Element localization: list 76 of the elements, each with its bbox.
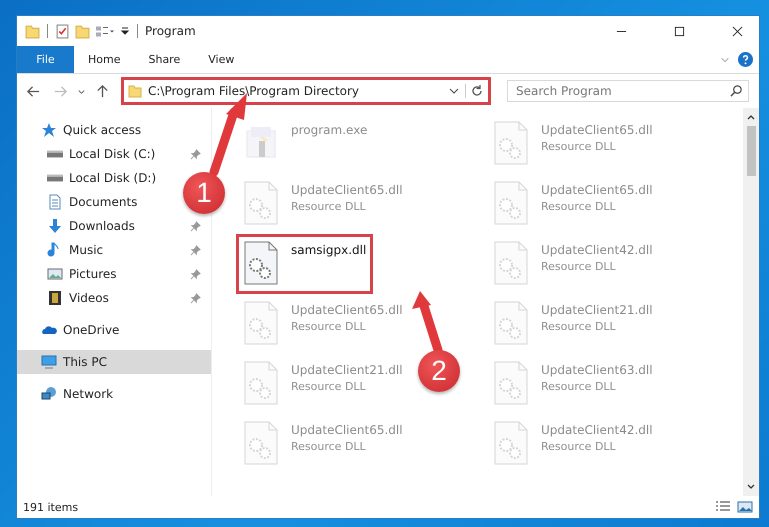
search-field[interactable]: Search Program [507,80,749,102]
ribbon-tab[interactable]: File [17,46,74,73]
file-name: UpdateClient65.dll [291,423,403,437]
file-type: Resource DLL [541,440,617,453]
gear-file-icon [493,241,529,285]
properties-icon[interactable] [55,24,70,38]
window-title: Program [145,24,196,38]
gear-file-icon [493,121,529,165]
sidebar-item[interactable]: Documents [17,190,154,214]
sidebar-item[interactable]: Videos [17,286,211,310]
file-name: UpdateClient65.dll [291,183,403,197]
pin-icon[interactable] [190,268,201,280]
close-icon[interactable] [732,26,743,36]
up-icon[interactable] [95,84,110,98]
file-type: Resource DLL [291,380,367,393]
dropdown-icon[interactable] [449,86,459,96]
sidebar-item[interactable]: Pictures [17,262,211,286]
gear-file-icon [243,361,279,405]
film-icon [47,290,63,306]
file-name: UpdateClient65.dll [541,183,653,197]
search-icon [730,84,743,97]
file-type: Resource DLL [541,200,617,213]
back-icon[interactable] [26,84,41,98]
file-name: program.exe [291,123,368,137]
scrollbar[interactable] [743,108,759,496]
folder-icon [128,84,142,98]
file-name: UpdateClient21.dll [291,363,403,377]
file-type: Resource DLL [541,380,617,393]
file-tile[interactable]: samsigpx.dll [236,234,374,294]
gear-file-icon [243,421,279,465]
gear-file-icon [243,181,279,225]
file-name: UpdateClient65.dll [541,123,653,137]
pin-icon[interactable] [190,148,201,160]
pin-icon[interactable] [190,220,201,232]
gear-file-icon [243,241,279,285]
pin-icon[interactable] [190,292,201,304]
sidebar-item[interactable]: Quick access [17,118,211,142]
monitor-icon [41,354,57,370]
thumbnail-view-icon[interactable] [737,500,753,514]
gear-file-icon [493,361,529,405]
sidebar-item[interactable]: This PC [17,350,211,374]
pictures-icon [47,266,63,282]
scroll-thumb[interactable] [746,126,756,176]
pin-icon[interactable] [190,244,201,256]
file-name: samsigpx.dll [291,243,366,257]
maximize-icon[interactable] [674,26,685,36]
network-icon [41,386,57,402]
sidebar-item[interactable]: Music [17,238,211,262]
view-icon[interactable] [95,24,115,38]
file-type: Resource DLL [291,200,367,213]
file-type: Resource DLL [541,320,617,333]
address-bar[interactable]: C:\Program Files\Program Directory [121,77,491,105]
file-type: Resource DLL [291,320,367,333]
sidebar-item[interactable]: Downloads [17,214,211,238]
help-icon[interactable] [738,52,753,67]
sidebar-item[interactable]: Local Disk (D:) [17,166,172,190]
document-icon [47,194,63,210]
file-name: UpdateClient63.dll [541,363,653,377]
sidebar-item[interactable]: Local Disk (C:) [17,142,211,166]
gear-file-icon [493,421,529,465]
file-name: UpdateClient65.dll [291,303,403,317]
sidebar-item[interactable]: Network [17,382,211,406]
gear-file-icon [493,301,529,345]
star-icon [41,122,57,138]
file-type: Resource DLL [541,260,617,273]
file-type: Resource DLL [291,440,367,453]
sidebar-item[interactable]: OneDrive [17,318,211,342]
download-icon [47,218,63,234]
item-count: 191 items [23,500,78,514]
file-type: Resource DLL [541,140,617,153]
dropdown-icon[interactable] [120,26,130,36]
gear-file-icon [493,181,529,225]
file-name: UpdateClient21.dll [541,303,653,317]
file-name: UpdateClient42.dll [541,243,653,257]
file-name: UpdateClient42.dll [541,423,653,437]
gear-file-icon [243,301,279,345]
